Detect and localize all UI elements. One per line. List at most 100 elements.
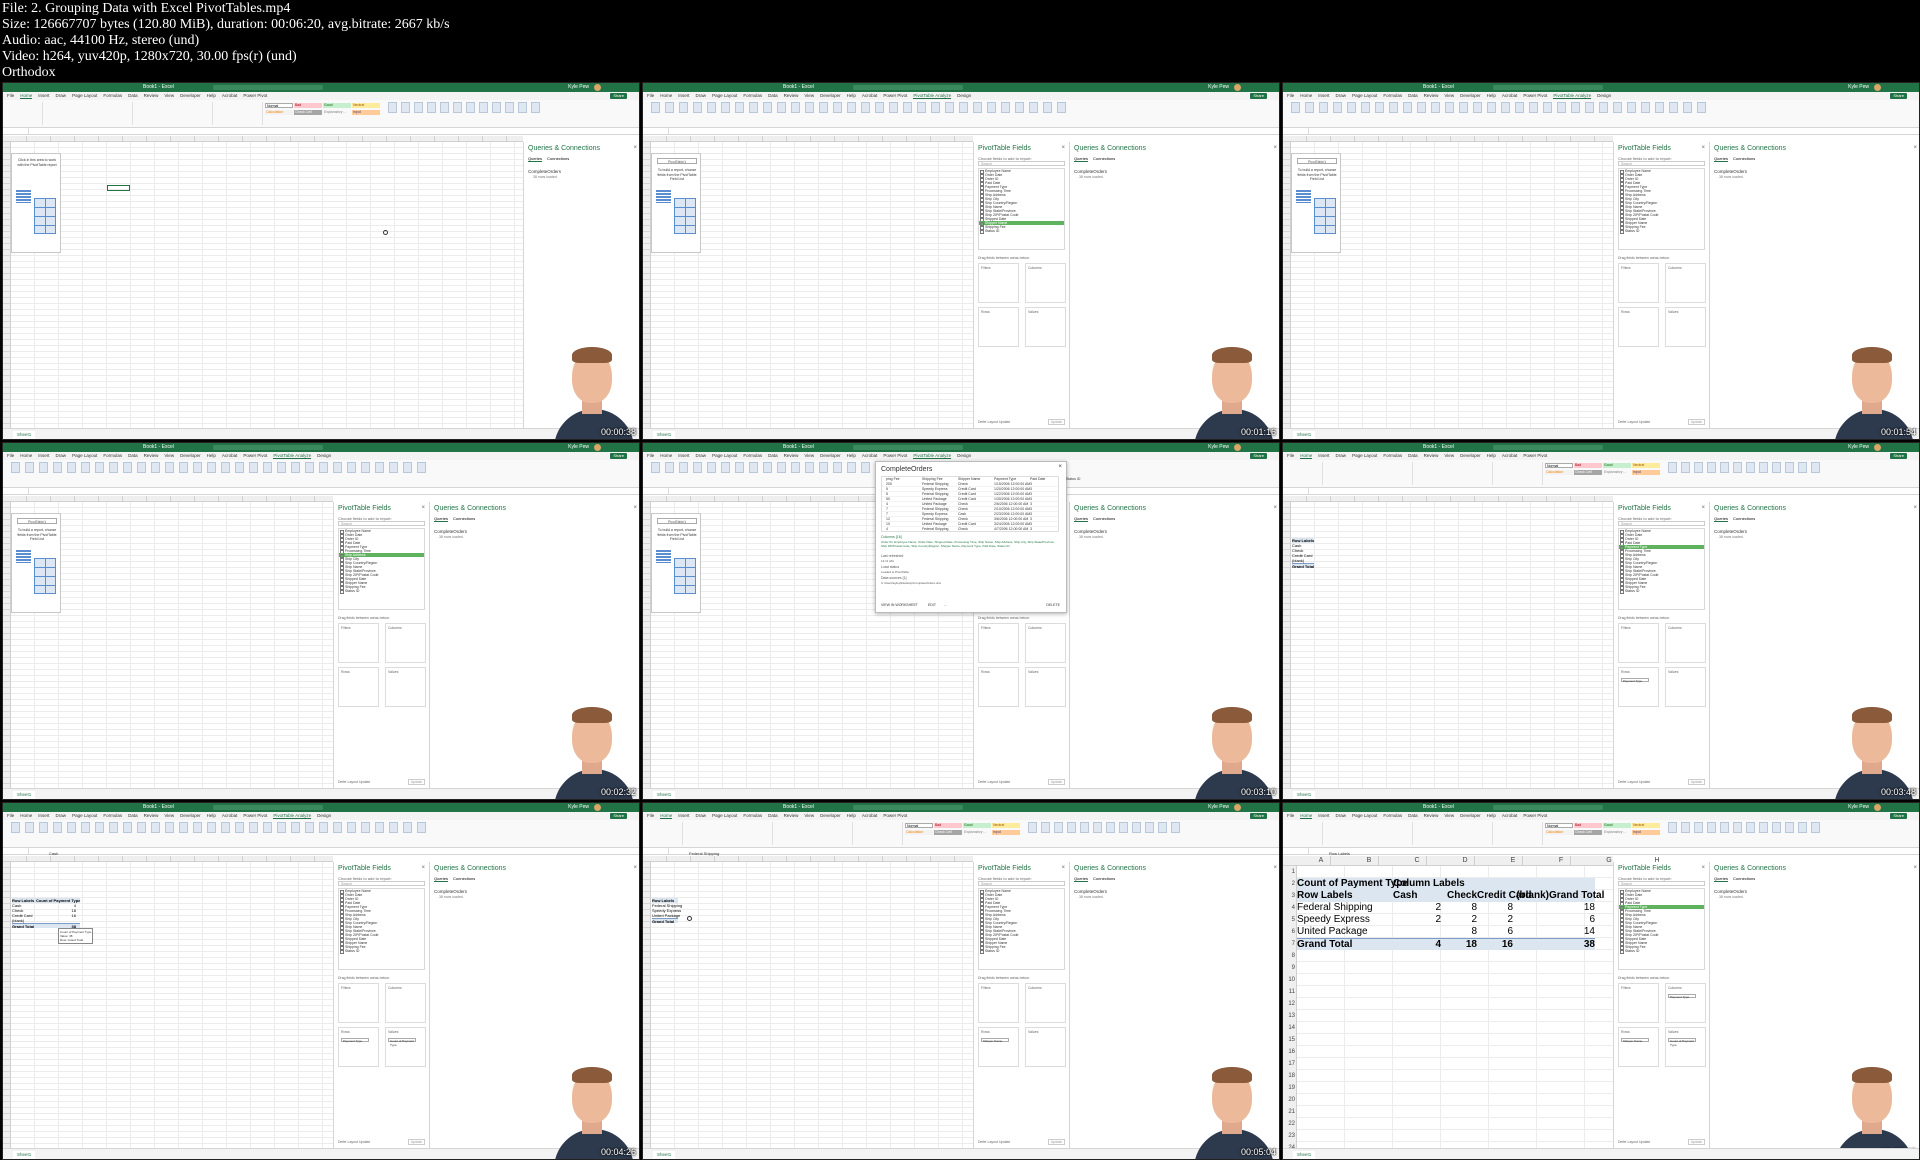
rows-area[interactable]: Rows [978, 307, 1019, 347]
ribbon-button[interactable] [959, 102, 968, 113]
field-search-input[interactable]: Search [978, 161, 1065, 166]
ribbon-button[interactable] [1057, 102, 1066, 113]
ribbon-tab[interactable]: View [1444, 453, 1454, 458]
ribbon-button[interactable] [95, 822, 104, 833]
ribbon-tab[interactable]: Formulas [103, 813, 122, 818]
ribbon-tab[interactable]: View [804, 813, 814, 818]
defer-layout-checkbox[interactable]: Defer Layout Update [978, 1140, 1010, 1144]
field-item[interactable]: Status ID [1619, 229, 1704, 234]
row-number[interactable]: 10 [1283, 974, 1295, 986]
ribbon-button[interactable] [123, 822, 132, 833]
ribbon-tab[interactable]: View [164, 93, 174, 98]
style-check[interactable]: Check Cell [294, 110, 322, 115]
pivot-placeholder[interactable]: PivotTable1 To build a report, choose fi… [651, 153, 701, 253]
share-button[interactable]: Share [1250, 453, 1267, 459]
close-icon[interactable]: × [1273, 865, 1277, 871]
close-icon[interactable]: × [1061, 145, 1065, 151]
ribbon-button[interactable] [1557, 102, 1566, 113]
ribbon-tab[interactable]: Developer [1460, 93, 1481, 98]
ribbon-tab[interactable]: Insert [678, 453, 689, 458]
ribbon-tab[interactable]: Design [957, 453, 971, 458]
query-item[interactable]: CompleteOrders [1074, 529, 1107, 534]
ribbon-tab[interactable]: Draw [1336, 813, 1347, 818]
style-input[interactable]: Input [992, 830, 1020, 835]
ribbon-tab[interactable]: PivotTable Analyze [913, 93, 952, 99]
pivot-column-header[interactable]: Credit Card [1477, 890, 1531, 902]
ribbon-tab[interactable]: Review [144, 453, 159, 458]
field-search-input[interactable]: Search [338, 881, 425, 886]
ribbon-button[interactable] [389, 822, 398, 833]
column-letter[interactable]: F [1537, 856, 1585, 866]
sheet-tab[interactable]: Sheet1 [653, 1151, 676, 1159]
ribbon-tab[interactable]: Help [1487, 453, 1496, 458]
style-check[interactable]: Check Cell [1574, 470, 1602, 475]
formula-bar[interactable] [1283, 128, 1919, 135]
style-neutral[interactable]: Neutral [1632, 823, 1660, 828]
ribbon-button[interactable] [1015, 102, 1024, 113]
search-box[interactable] [853, 445, 963, 450]
ribbon-button[interactable] [81, 462, 90, 473]
ribbon-button[interactable] [151, 462, 160, 473]
tab-connections[interactable]: Connections [453, 876, 475, 881]
ribbon-tab[interactable]: Help [207, 453, 216, 458]
tab-connections[interactable]: Connections [1093, 876, 1115, 881]
share-button[interactable]: Share [1890, 453, 1907, 459]
share-button[interactable]: Share [1250, 813, 1267, 819]
ribbon-tab[interactable]: Insert [1318, 813, 1329, 818]
ribbon-button[interactable] [1529, 102, 1538, 113]
formula-bar[interactable] [643, 128, 1279, 135]
ribbon-button[interactable] [179, 462, 188, 473]
ribbon-tab[interactable]: Acrobat [1502, 453, 1518, 458]
ribbon-button[interactable] [1759, 822, 1768, 833]
tab-connections[interactable]: Connections [547, 156, 569, 161]
ribbon-button[interactable] [95, 462, 104, 473]
rows-area[interactable]: Rows Shipper Name [1618, 1027, 1659, 1067]
ribbon-button[interactable] [333, 462, 342, 473]
ribbon-tab[interactable]: Insert [38, 453, 49, 458]
ribbon-tab[interactable]: Review [784, 93, 799, 98]
field-item[interactable]: Status ID [979, 949, 1064, 954]
ribbon-button[interactable] [651, 102, 660, 113]
ribbon-tab[interactable]: Review [784, 813, 799, 818]
row-number[interactable]: 6 [1283, 926, 1295, 938]
filters-area[interactable]: Filters [338, 983, 379, 1023]
column-letter[interactable]: C [1393, 856, 1441, 866]
column-letter[interactable]: B [1345, 856, 1393, 866]
ribbon-button[interactable] [81, 822, 90, 833]
rows-area-field[interactable]: Shipper Name [1621, 1038, 1649, 1043]
ribbon-button[interactable] [679, 102, 688, 113]
column-labels-header[interactable]: Column Labels [1393, 878, 1473, 890]
ribbon-tab[interactable]: Review [144, 813, 159, 818]
ribbon-button[interactable] [109, 462, 118, 473]
rows-area[interactable]: Rows Payment Type [1618, 667, 1659, 707]
style-normal[interactable]: Normal [265, 103, 293, 108]
columns-area[interactable]: Columns [385, 623, 426, 663]
field-search-input[interactable]: Search [978, 881, 1065, 886]
ribbon-button[interactable] [1543, 102, 1552, 113]
field-item[interactable]: Status ID [979, 229, 1064, 234]
ribbon-button[interactable] [693, 462, 702, 473]
row-number[interactable]: 14 [1283, 1022, 1295, 1034]
style-bad[interactable]: Bad [1574, 463, 1602, 468]
ribbon-tab[interactable]: Page Layout [1352, 93, 1377, 98]
name-box[interactable] [1287, 128, 1309, 135]
close-icon[interactable]: × [1701, 865, 1705, 871]
columns-area[interactable]: Columns Payment Type [1665, 983, 1706, 1023]
ribbon-button[interactable] [109, 822, 118, 833]
avatar[interactable] [1874, 444, 1881, 451]
close-icon[interactable]: × [1061, 865, 1065, 871]
ribbon-tab[interactable]: Power Pivot [883, 813, 907, 818]
ribbon-tab[interactable]: PivotTable Analyze [273, 813, 312, 819]
ribbon-button[interactable] [1798, 822, 1807, 833]
ribbon-button[interactable] [1028, 822, 1037, 833]
ribbon-button[interactable] [305, 462, 314, 473]
ribbon-button[interactable] [1029, 102, 1038, 113]
ribbon-button[interactable] [151, 822, 160, 833]
ribbon-tab[interactable]: Draw [1336, 453, 1347, 458]
ribbon-button[interactable] [165, 462, 174, 473]
ribbon-tab[interactable]: Acrobat [1502, 813, 1518, 818]
close-icon[interactable]: × [1913, 145, 1917, 151]
ribbon-button[interactable] [1707, 462, 1716, 473]
ribbon-button[interactable] [749, 102, 758, 113]
tab-connections[interactable]: Connections [453, 516, 475, 521]
